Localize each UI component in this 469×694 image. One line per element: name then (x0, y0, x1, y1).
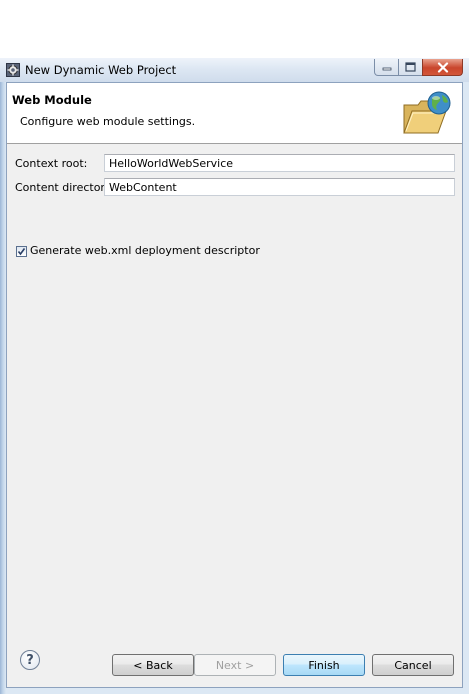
eclipse-gear-icon (6, 63, 20, 77)
minimize-button[interactable] (374, 59, 399, 76)
page-title: Web Module (12, 93, 92, 107)
background-area (0, 0, 469, 58)
folder-globe-icon (402, 89, 452, 137)
window-title: New Dynamic Web Project (25, 63, 177, 77)
help-button[interactable]: ? (20, 650, 40, 670)
back-button[interactable]: < Back (112, 654, 194, 676)
maximize-icon (405, 62, 416, 72)
title-bar[interactable]: New Dynamic Web Project (0, 58, 469, 82)
finish-button[interactable]: Finish (283, 654, 365, 676)
generate-descriptor-checkbox[interactable] (16, 246, 27, 257)
cancel-button[interactable]: Cancel (372, 654, 454, 676)
checkmark-icon (17, 248, 26, 256)
content-directory-field[interactable]: WebContent (104, 178, 455, 196)
next-button[interactable]: Next > (194, 654, 276, 676)
context-root-field[interactable]: HelloWorldWebService (104, 154, 455, 172)
wizard-banner: Web Module Configure web module settings… (7, 83, 462, 144)
dialog-content: Web Module Configure web module settings… (6, 82, 463, 688)
dialog-window: New Dynamic Web Project Web Module Confi… (0, 58, 469, 694)
content-directory-label: Content directory: (15, 181, 115, 194)
page-description: Configure web module settings. (20, 115, 196, 128)
context-root-label: Context root: (15, 157, 88, 170)
generate-descriptor-label[interactable]: Generate web.xml deployment descriptor (30, 244, 260, 257)
maximize-button[interactable] (398, 59, 423, 76)
close-icon (437, 61, 448, 73)
minimize-icon (382, 67, 391, 71)
close-button[interactable] (422, 59, 463, 76)
